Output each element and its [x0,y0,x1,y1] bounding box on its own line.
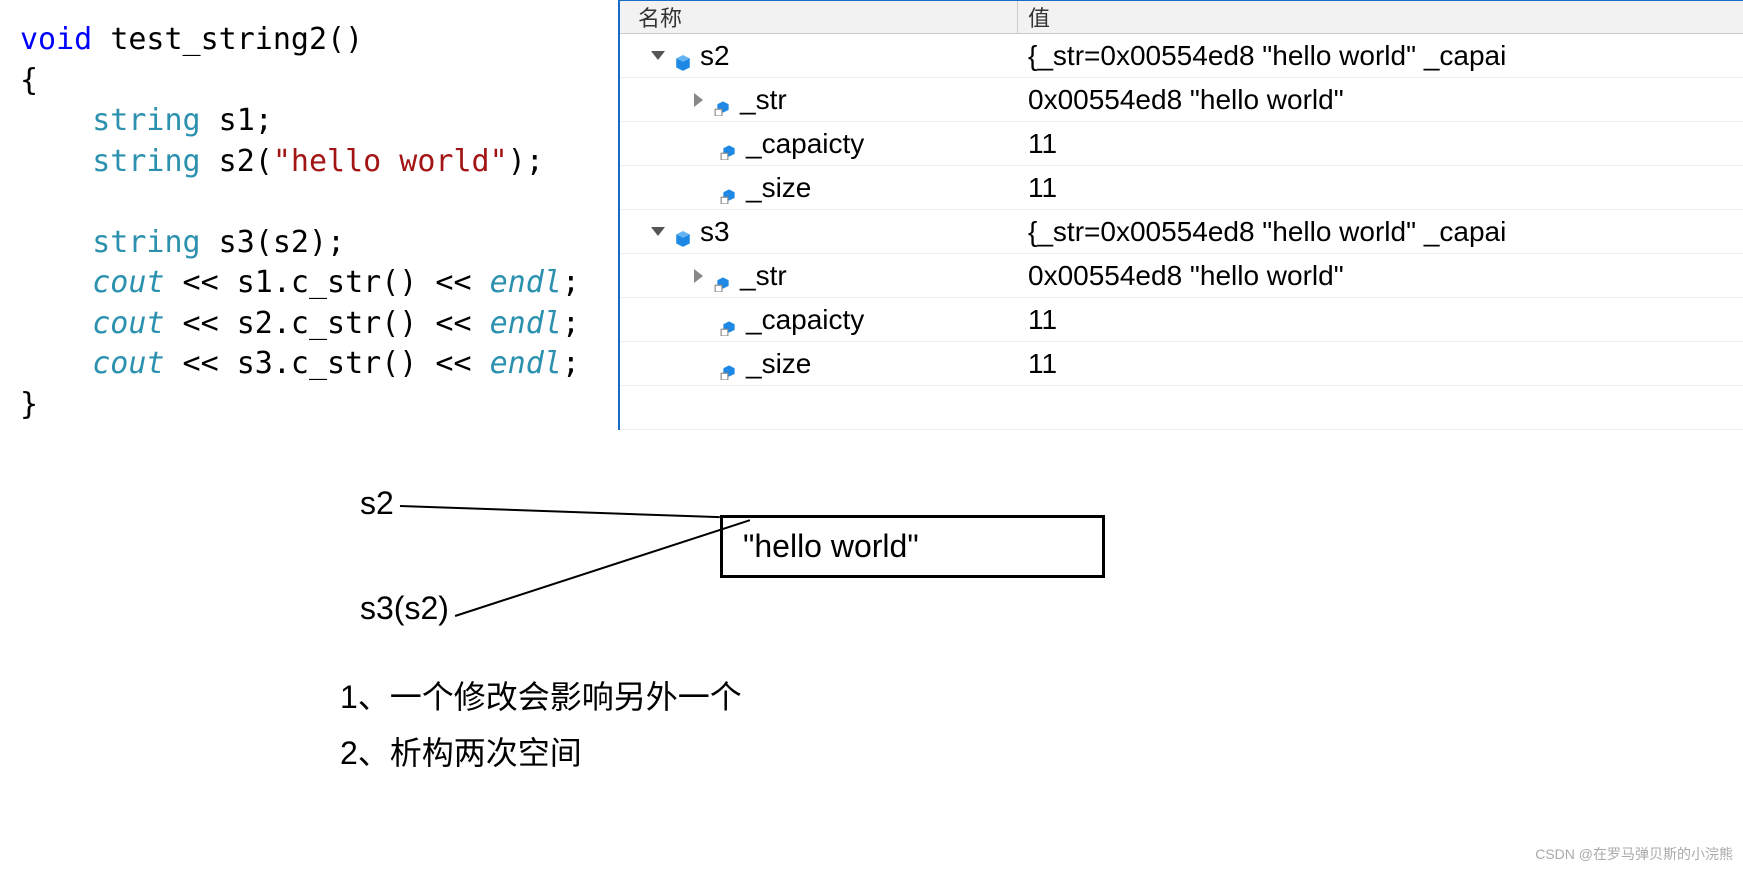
field-icon [714,267,732,285]
watch-var-value: 11 [1018,172,1743,204]
field-icon [720,135,738,153]
watch-row-str[interactable]: _str 0x00554ed8 "hello world" [620,78,1743,122]
code-line: { [20,61,618,102]
note-2: 2、析构两次空间 [340,726,742,780]
watch-var-value: 0x00554ed8 "hello world" [1018,84,1743,116]
watch-var-value: 11 [1018,128,1743,160]
watch-var-name: _str [740,84,787,116]
object-icon [674,47,692,65]
watch-row-str[interactable]: _str 0x00554ed8 "hello world" [620,254,1743,298]
diagram-box: "hello world" [720,515,1105,578]
expander-icon[interactable] [690,268,706,284]
diagram-label-s2: s2 [360,485,394,522]
watch-var-value: 11 [1018,348,1743,380]
watch-row-s2[interactable]: s2 {_str=0x00554ed8 "hello world" _capai [620,34,1743,78]
code-line: } [20,385,618,426]
watch-var-name: _str [740,260,787,292]
watch-row-capacity[interactable]: _capaicty 11 [620,122,1743,166]
code-line: cout << s3.c_str() << endl; [20,344,618,385]
watch-body: s2 {_str=0x00554ed8 "hello world" _capai… [620,34,1743,430]
field-icon [714,91,732,109]
diagram-line [455,519,750,616]
watch-row-empty [620,386,1743,430]
watch-var-value: 11 [1018,304,1743,336]
diagram-line [400,505,720,518]
expander-icon[interactable] [650,48,666,64]
code-editor: void test_string2() { string s1; string … [0,0,620,430]
watch-row-size[interactable]: _size 11 [620,166,1743,210]
watch-var-value: 0x00554ed8 "hello world" [1018,260,1743,292]
watermark: CSDN @在罗马弹贝斯的小浣熊 [1535,844,1733,864]
expander-icon[interactable] [650,224,666,240]
watch-var-name: _capaicty [746,304,864,336]
watch-header: 名称 值 [620,1,1743,34]
watch-panel: 名称 值 s2 {_str=0x00554ed8 "hello world" _… [620,0,1743,430]
watch-var-value: {_str=0x00554ed8 "hello world" _capai [1018,216,1743,248]
code-line: string s3(s2); [20,223,618,264]
watch-var-name: _capaicty [746,128,864,160]
watch-row-s3[interactable]: s3 {_str=0x00554ed8 "hello world" _capai [620,210,1743,254]
field-icon [720,179,738,197]
code-line [20,182,618,223]
expander-icon[interactable] [690,92,706,108]
field-icon [720,355,738,373]
watch-var-name: s3 [700,216,730,248]
watch-var-name: s2 [700,40,730,72]
code-line: void test_string2() [20,20,618,61]
code-line: cout << s1.c_str() << endl; [20,263,618,304]
top-area: void test_string2() { string s1; string … [0,0,1743,430]
watch-var-value: {_str=0x00554ed8 "hello world" _capai [1018,40,1743,72]
code-line: cout << s2.c_str() << endl; [20,304,618,345]
note-1: 1、一个修改会影响另外一个 [340,670,742,724]
diagram-label-s3: s3(s2) [360,590,449,627]
notes: 1、一个修改会影响另外一个 2、析构两次空间 [340,670,742,783]
code-line: string s1; [20,101,618,142]
code-line: string s2("hello world"); [20,142,618,183]
object-icon [674,223,692,241]
watch-row-capacity[interactable]: _capaicty 11 [620,298,1743,342]
watch-var-name: _size [746,172,811,204]
watch-row-size[interactable]: _size 11 [620,342,1743,386]
watch-var-name: _size [746,348,811,380]
watch-header-value[interactable]: 值 [1018,1,1743,33]
diagram: s2 s3(s2) "hello world" [0,460,1743,760]
watch-header-name[interactable]: 名称 [620,1,1018,33]
field-icon [720,311,738,329]
